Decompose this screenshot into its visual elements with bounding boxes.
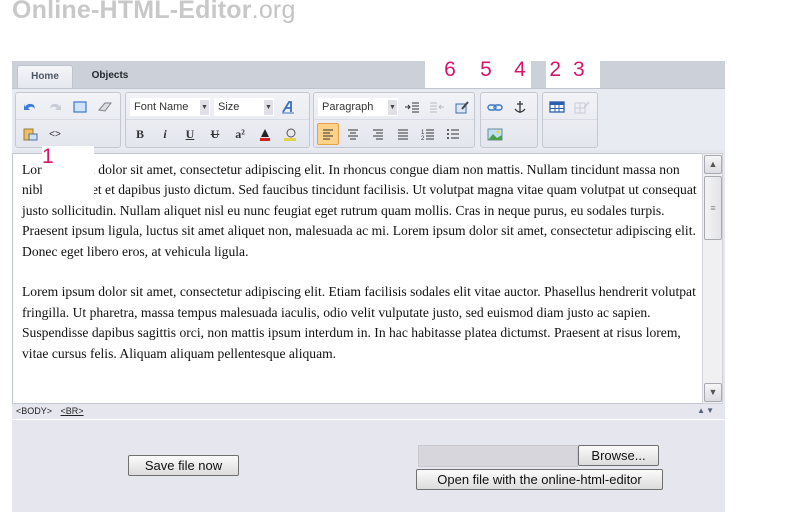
image-icon[interactable] (484, 123, 506, 145)
content-paragraph: Lorem ipsum dolor sit amet, consectetur … (22, 162, 697, 259)
align-center-button[interactable] (342, 123, 364, 145)
table-group (542, 92, 598, 148)
table-properties-icon[interactable] (571, 96, 593, 118)
eraser-icon[interactable] (94, 96, 116, 118)
insert-group (480, 92, 538, 148)
paste-icon[interactable] (19, 123, 41, 145)
source-code-icon[interactable]: <> (44, 123, 66, 145)
highlight-color-icon[interactable] (279, 123, 301, 145)
link-icon[interactable] (484, 96, 506, 118)
resize-arrows-icon[interactable]: ▲▼ (697, 404, 715, 418)
open-file-button[interactable]: Open file with the online-html-editor (416, 469, 663, 490)
font-name-select[interactable]: Font Name ▼ (130, 97, 210, 116)
indent-icon[interactable] (401, 96, 423, 118)
annotation-label-3: 3 (573, 58, 597, 81)
scroll-down-icon[interactable]: ▼ (704, 383, 722, 402)
annotation-label-1: 1 (42, 146, 94, 198)
path-item-body[interactable]: <BODY> (16, 406, 52, 416)
ribbon-toolbar: <> Font Name ▼ Size ▼ B i U U a² Paragra… (12, 88, 725, 150)
paragraph-group: Paragraph ▼ 12 (313, 92, 475, 148)
scroll-up-icon[interactable]: ▲ (704, 155, 722, 174)
paragraph-format-select[interactable]: Paragraph ▼ (318, 97, 398, 116)
chevron-down-icon: ▼ (264, 99, 273, 115)
select-all-icon[interactable] (69, 96, 91, 118)
tab-home[interactable]: Home (17, 65, 73, 88)
annotation-label-4: 4 (497, 58, 531, 88)
edit-properties-icon[interactable] (451, 96, 473, 118)
edit-group: <> (15, 92, 121, 148)
font-size-value: Size (218, 100, 240, 113)
bold-button[interactable]: B (129, 123, 151, 145)
annotation-label-5: 5 (475, 58, 497, 88)
tab-objects[interactable]: Objects (80, 65, 140, 88)
anchor-icon[interactable] (509, 96, 531, 118)
paragraph-format-value: Paragraph (322, 100, 374, 113)
annotation-label-6: 6 (425, 58, 475, 88)
editor-content-area[interactable]: Lorem ipsum dolor sit amet, consectetur … (12, 153, 709, 404)
logo-name: Online-HTML-Editor (12, 0, 252, 24)
html-editor: Home Objects <> Font Name ▼ Size ▼ B i U… (12, 61, 725, 512)
ribbon-tabs: Home Objects (12, 61, 725, 88)
insert-table-icon[interactable] (546, 96, 568, 118)
site-logo: Online-HTML-Editor.org (12, 0, 296, 25)
annotation-label-2-3: 23 (546, 58, 600, 88)
style-icon[interactable] (277, 96, 299, 118)
save-file-button[interactable]: Save file now (128, 455, 239, 476)
vertical-scrollbar[interactable]: ▲ ≡ ▼ (702, 153, 723, 404)
italic-button[interactable]: i (154, 123, 176, 145)
file-path-input[interactable] (418, 445, 578, 467)
font-name-value: Font Name (134, 100, 189, 113)
outdent-icon[interactable] (426, 96, 448, 118)
chevron-down-icon: ▼ (388, 99, 397, 115)
numbered-list-button[interactable]: 12 (417, 123, 439, 145)
path-item-br[interactable]: <BR> (61, 406, 84, 416)
superscript-button[interactable]: a² (229, 123, 251, 145)
justify-button[interactable] (392, 123, 414, 145)
align-left-button[interactable] (317, 123, 339, 145)
svg-text:2: 2 (421, 136, 425, 142)
strikethrough-button[interactable]: U (204, 123, 226, 145)
logo-tld: .org (251, 0, 296, 24)
content-paragraph: Lorem ipsum dolor sit amet, consectetur … (22, 284, 696, 361)
undo-icon[interactable] (19, 96, 41, 118)
align-right-button[interactable] (367, 123, 389, 145)
font-size-select[interactable]: Size ▼ (214, 97, 274, 116)
font-group: Font Name ▼ Size ▼ B i U U a² (125, 92, 310, 148)
font-color-icon[interactable] (254, 123, 276, 145)
annotation-label-2: 2 (549, 58, 573, 81)
underline-button[interactable]: U (179, 123, 201, 145)
chevron-down-icon: ▼ (200, 99, 209, 115)
bullet-list-button[interactable] (442, 123, 464, 145)
element-path-bar: <BODY> <BR> ▲▼ (12, 404, 725, 420)
browse-button[interactable]: Browse... (578, 445, 659, 466)
redo-icon[interactable] (44, 96, 66, 118)
scrollbar-thumb[interactable]: ≡ (704, 176, 722, 240)
